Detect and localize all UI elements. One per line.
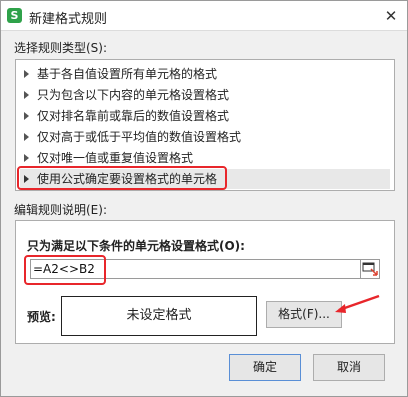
- rule-type-label: 选择规则类型(S):: [14, 41, 108, 55]
- triangle-right-icon: [24, 175, 29, 183]
- cancel-button[interactable]: 取消: [313, 354, 385, 381]
- dialog-title: 新建格式规则: [29, 12, 108, 27]
- annotation-arrow-icon: [335, 294, 380, 313]
- rule-type-list[interactable]: 基于各自值设置所有单元格的格式 只为包含以下内容的单元格设置格式 仅对排名靠前或…: [15, 59, 395, 191]
- title-bar: S 新建格式规则 ✕: [1, 1, 407, 31]
- rule-type-item[interactable]: 仅对排名靠前或靠后的数值设置格式: [20, 106, 390, 126]
- triangle-right-icon: [24, 133, 29, 141]
- formula-input[interactable]: =A2<>B2: [30, 259, 379, 279]
- ok-button[interactable]: 确定: [229, 354, 301, 381]
- format-preview: 未设定格式: [61, 296, 257, 336]
- triangle-right-icon: [24, 112, 29, 120]
- new-format-rule-dialog: S 新建格式规则 ✕ 选择规则类型(S): 基于各自值设置所有单元格的格式 只为…: [0, 0, 408, 397]
- rule-description-label: 编辑规则说明(E):: [14, 203, 107, 217]
- rule-type-item[interactable]: 仅对高于或低于平均值的数值设置格式: [20, 127, 390, 147]
- formula-condition-label: 只为满足以下条件的单元格设置格式(O):: [27, 239, 245, 253]
- range-select-button[interactable]: [360, 259, 380, 279]
- triangle-right-icon: [24, 154, 29, 162]
- triangle-right-icon: [24, 70, 29, 78]
- preview-label: 预览:: [27, 310, 56, 324]
- rule-type-item[interactable]: 基于各自值设置所有单元格的格式: [20, 64, 390, 84]
- rule-type-item-selected[interactable]: 使用公式确定要设置格式的单元格: [20, 169, 390, 189]
- close-button[interactable]: ✕: [381, 6, 401, 26]
- close-icon: ✕: [384, 7, 398, 25]
- range-select-icon: [362, 262, 378, 276]
- triangle-right-icon: [24, 91, 29, 99]
- rule-type-item[interactable]: 只为包含以下内容的单元格设置格式: [20, 85, 390, 105]
- rule-type-item[interactable]: 仅对唯一值或重复值设置格式: [20, 148, 390, 168]
- app-icon: S: [7, 8, 22, 23]
